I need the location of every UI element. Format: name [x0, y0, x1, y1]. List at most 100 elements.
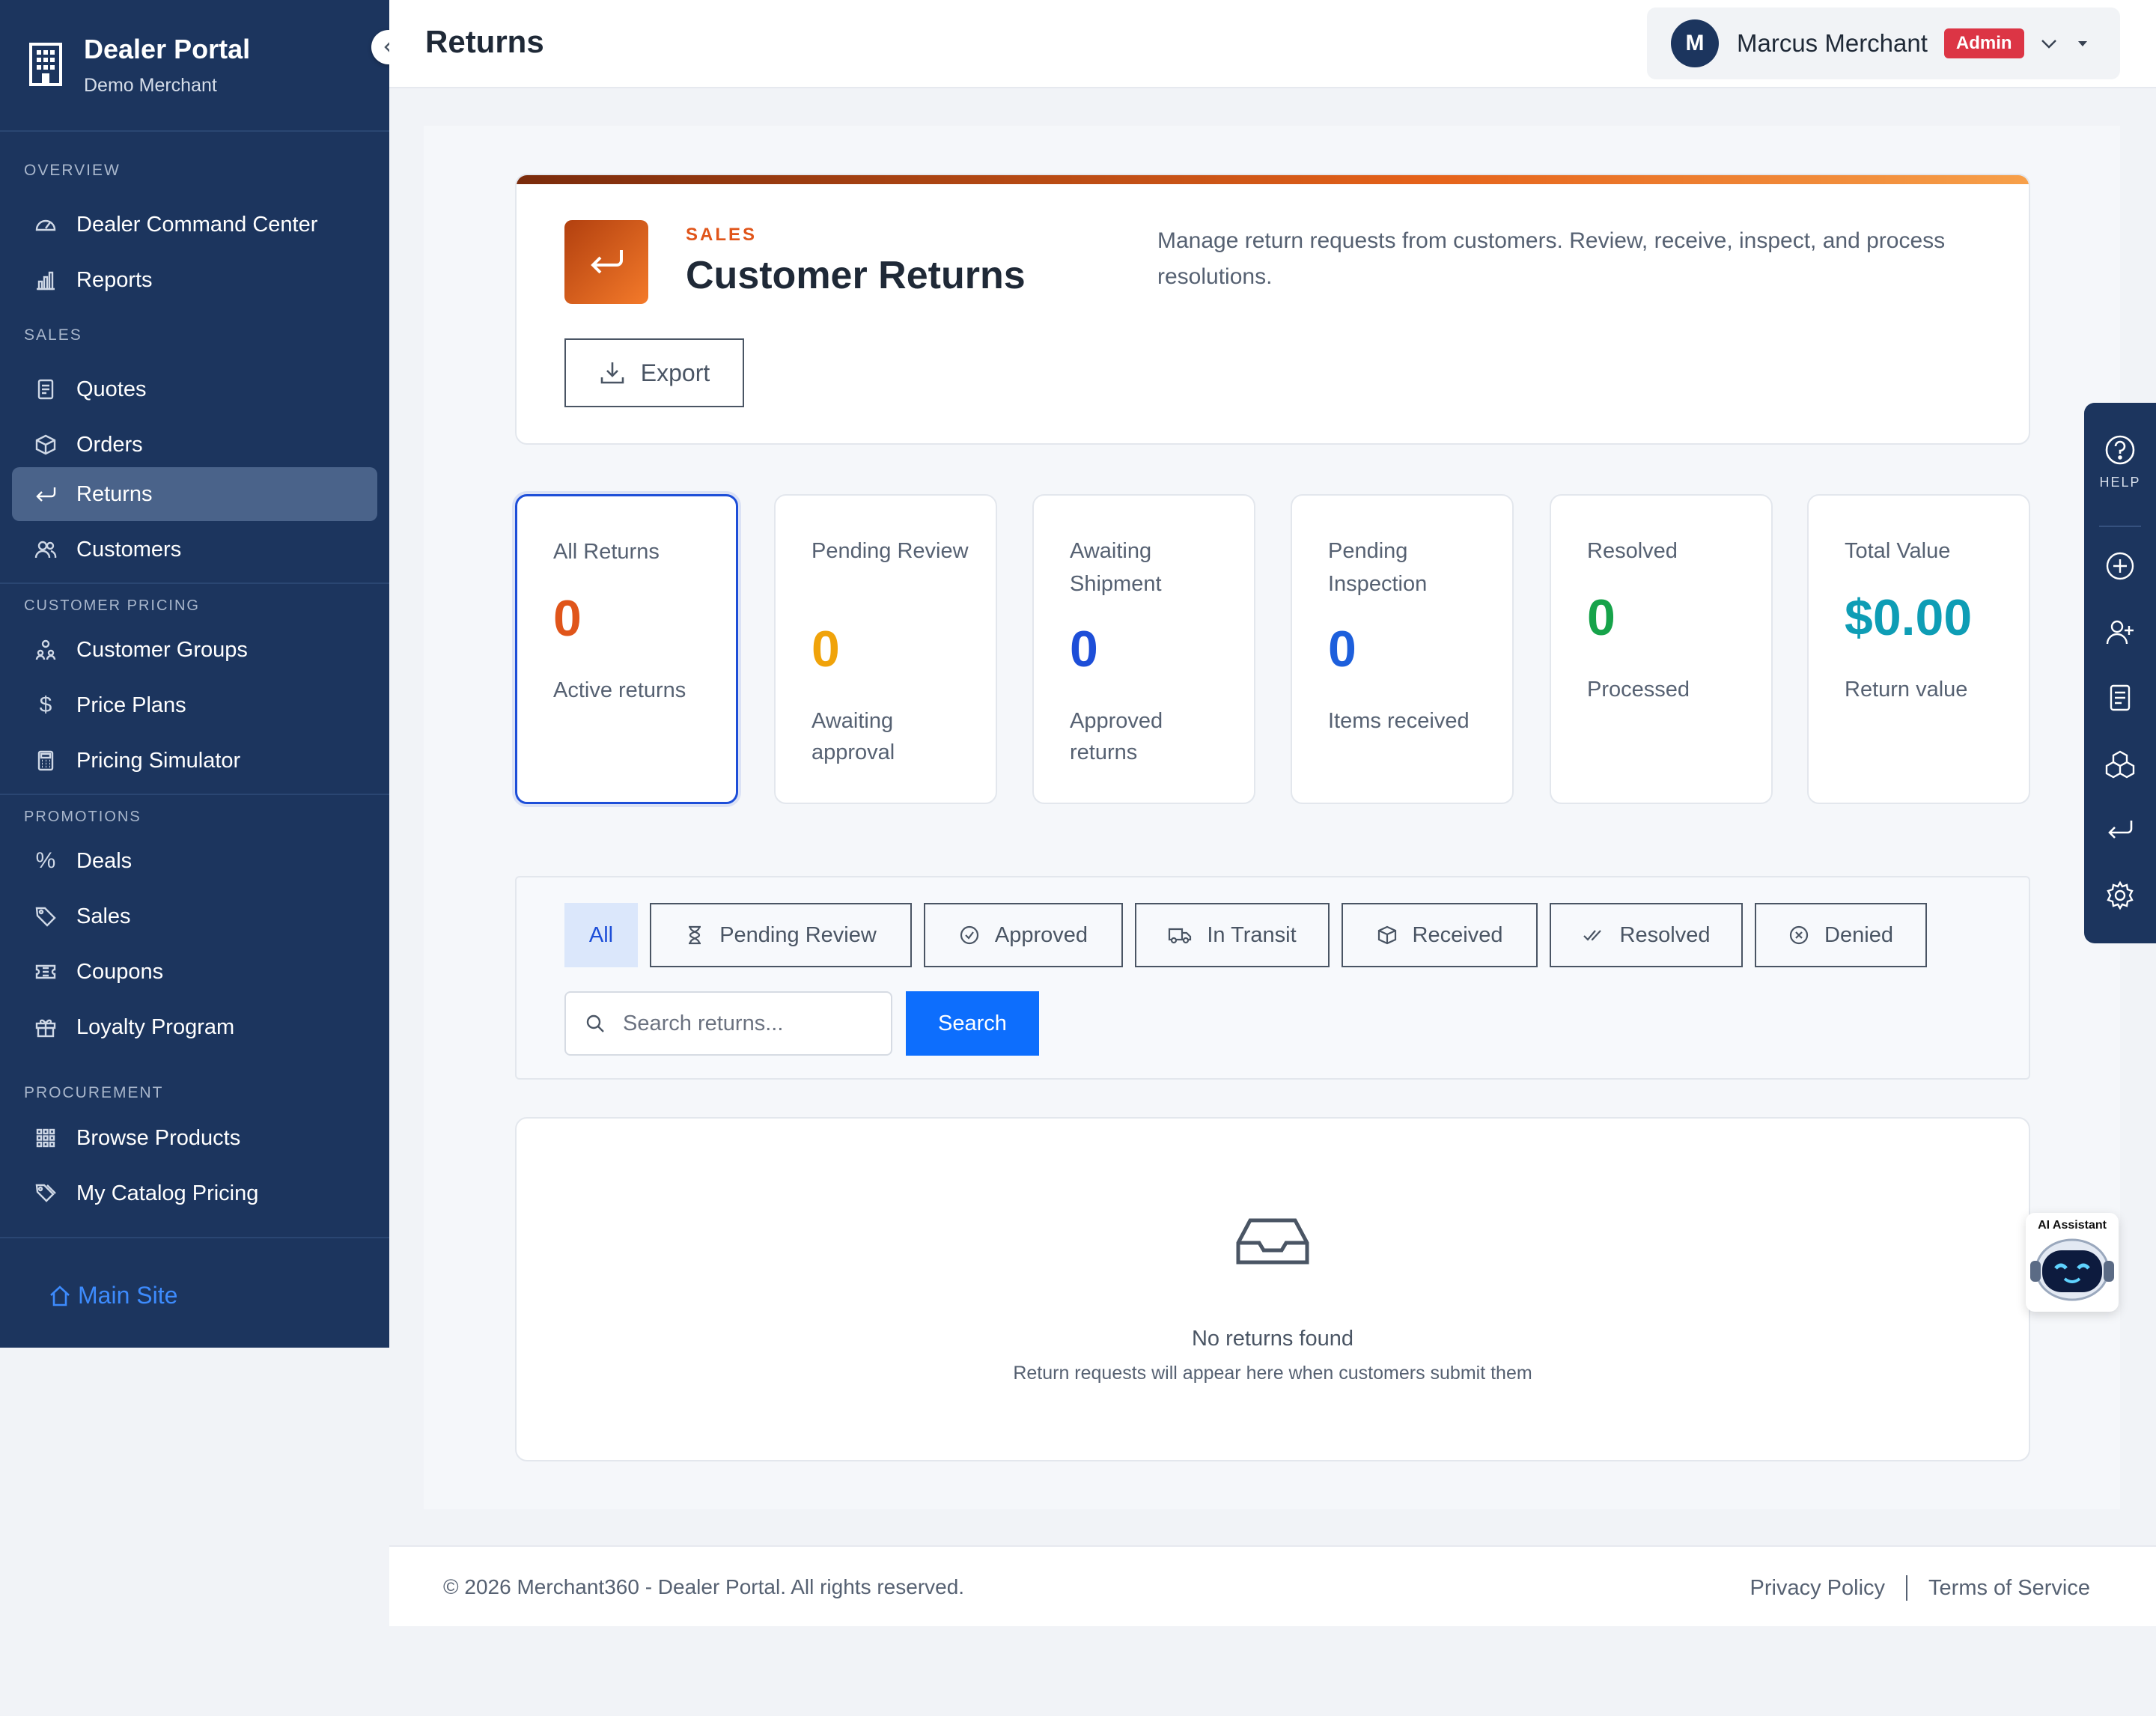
tab-denied[interactable]: Denied	[1755, 903, 1927, 967]
sidebar-footer: Main Site	[0, 1237, 389, 1348]
sidebar-item-returns[interactable]: Returns	[12, 467, 377, 521]
sidebar-item-sales[interactable]: Sales	[12, 889, 377, 943]
sidebar-item-loyalty-program[interactable]: Loyalty Program	[12, 1000, 377, 1054]
nav-divider	[0, 582, 389, 584]
stat-caption: Active returns	[553, 678, 686, 702]
sidebar-item-orders[interactable]: Orders	[12, 418, 377, 472]
stat-card-resolved[interactable]: Resolved 0 Processed	[1550, 494, 1773, 804]
boxes-icon	[2105, 750, 2135, 779]
calculator-icon	[33, 748, 58, 773]
caret-down-icon	[2077, 41, 2087, 46]
tab-resolved[interactable]: Resolved	[1550, 903, 1743, 967]
dollar-icon: $	[39, 693, 52, 717]
sidebar-item-customer-groups[interactable]: Customer Groups	[12, 623, 377, 677]
sidebar-item-label: Customers	[76, 537, 182, 562]
return-arrow-icon	[33, 481, 58, 507]
privacy-policy-link[interactable]: Privacy Policy	[1750, 1576, 1886, 1601]
tab-received[interactable]: Received	[1342, 903, 1538, 967]
tab-label: Denied	[1824, 922, 1893, 947]
inbox-icon	[1236, 1218, 1309, 1265]
rail-boxes-button[interactable]	[2084, 749, 2156, 780]
tab-label: Resolved	[1619, 922, 1711, 947]
filter-panel: All Pending Review Approved In Transit R…	[515, 876, 2030, 1080]
ai-assistant-widget[interactable]: AI Assistant	[2026, 1213, 2119, 1312]
rail-add-button[interactable]	[2084, 551, 2156, 581]
rail-returns-button[interactable]	[2084, 815, 2156, 845]
truck-icon	[1169, 928, 1192, 944]
sidebar: Dealer Portal Demo Merchant OVERVIEW Dea…	[0, 0, 389, 1348]
help-button[interactable]: HELP	[2084, 434, 2156, 490]
double-check-icon	[1583, 930, 1601, 941]
sidebar-item-my-catalog-pricing[interactable]: My Catalog Pricing	[12, 1166, 377, 1220]
box-icon	[1377, 925, 1396, 945]
rail-settings-button[interactable]	[2084, 880, 2156, 910]
box-icon	[33, 432, 58, 457]
stat-card-pending-review[interactable]: Pending Review 0 Awaiting approval	[774, 494, 997, 804]
page-header-card: SALES Customer Returns Manage return req…	[515, 174, 2030, 445]
stat-card-all-returns[interactable]: All Returns 0 Active returns	[515, 494, 738, 804]
stat-card-pending-inspection[interactable]: Pending Inspection 0 Items received	[1291, 494, 1514, 804]
footer: © 2026 Merchant360 - Dealer Portal. All …	[389, 1545, 2156, 1626]
sidebar-item-label: Price Plans	[76, 693, 186, 717]
page-heading: Customer Returns	[686, 254, 1026, 297]
main-site-link[interactable]: Main Site	[48, 1282, 177, 1309]
percent-icon: %	[35, 848, 56, 873]
sidebar-item-browse-products[interactable]: Browse Products	[12, 1111, 377, 1165]
tab-label: All	[588, 922, 614, 947]
sidebar-item-quotes[interactable]: Quotes	[12, 362, 377, 416]
export-button[interactable]: Export	[564, 338, 744, 407]
robot-icon	[2030, 1238, 2114, 1301]
sidebar-nav: OVERVIEW Dealer Command Center Reports S…	[0, 133, 389, 1237]
search-placeholder: Search returns...	[623, 1011, 784, 1035]
sidebar-item-price-plans[interactable]: $ Price Plans	[12, 678, 377, 732]
stat-card-total-value[interactable]: Total Value $0.00 Return value	[1807, 494, 2030, 804]
avatar: M	[1671, 19, 1719, 67]
sidebar-item-coupons[interactable]: Coupons	[12, 945, 377, 999]
home-icon	[50, 1285, 70, 1306]
user-menu[interactable]: M Marcus Merchant Admin	[1647, 7, 2120, 79]
main-site-label: Main Site	[78, 1282, 178, 1309]
hourglass-icon	[689, 925, 701, 945]
sidebar-item-customers[interactable]: Customers	[12, 523, 377, 576]
tab-label: Received	[1412, 922, 1503, 947]
tab-pending-review[interactable]: Pending Review	[650, 903, 912, 967]
stat-caption: Items received	[1328, 709, 1470, 733]
terms-of-service-link[interactable]: Terms of Service	[1928, 1576, 2090, 1601]
tab-approved[interactable]: Approved	[924, 903, 1123, 967]
rail-add-user-button[interactable]	[2084, 617, 2156, 647]
sidebar-item-label: My Catalog Pricing	[76, 1181, 259, 1205]
rail-document-button[interactable]	[2084, 683, 2156, 713]
stat-value: 0	[1070, 621, 1098, 678]
bar-chart-icon	[33, 267, 58, 293]
sidebar-item-label: Pricing Simulator	[76, 748, 241, 773]
sidebar-item-command-center[interactable]: Dealer Command Center	[12, 198, 377, 252]
sidebar-item-deals[interactable]: % Deals	[12, 834, 377, 888]
page-description: Manage return requests from customers. R…	[1157, 228, 1946, 289]
sidebar-item-pricing-simulator[interactable]: Pricing Simulator	[12, 734, 377, 788]
accent-bar	[517, 175, 2029, 184]
copyright: © 2026 Merchant360 - Dealer Portal. All …	[443, 1575, 965, 1598]
tab-all[interactable]: All	[564, 903, 638, 967]
search-button[interactable]: Search	[906, 991, 1039, 1056]
sidebar-item-label: Loyalty Program	[76, 1014, 235, 1039]
nav-divider	[0, 794, 389, 795]
brand-subtitle: Demo Merchant	[84, 75, 217, 96]
tab-in-transit[interactable]: In Transit	[1135, 903, 1330, 967]
document-icon	[2110, 684, 2131, 711]
stat-card-awaiting-shipment[interactable]: Awaiting Shipment 0 Approved returns	[1032, 494, 1255, 804]
x-circle-icon	[1789, 925, 1809, 945]
search-input[interactable]: Search returns...	[564, 991, 892, 1056]
nav-section-promotions: PROMOTIONS	[24, 809, 141, 825]
tab-label: Approved	[994, 922, 1088, 947]
sidebar-item-label: Sales	[76, 904, 131, 928]
brand[interactable]: Dealer Portal Demo Merchant	[0, 0, 389, 132]
stat-label: Total Value	[1845, 539, 1951, 563]
empty-state-subtitle: Return requests will appear here when cu…	[1013, 1363, 1532, 1384]
add-user-icon	[2106, 620, 2134, 645]
role-badge: Admin	[1943, 28, 2024, 58]
nav-section-customer-pricing: CUSTOMER PRICING	[24, 597, 200, 614]
footer-separator	[1906, 1575, 1908, 1601]
sidebar-item-reports[interactable]: Reports	[12, 253, 377, 307]
grid-icon	[33, 1125, 58, 1151]
sidebar-item-label: Orders	[76, 432, 143, 457]
